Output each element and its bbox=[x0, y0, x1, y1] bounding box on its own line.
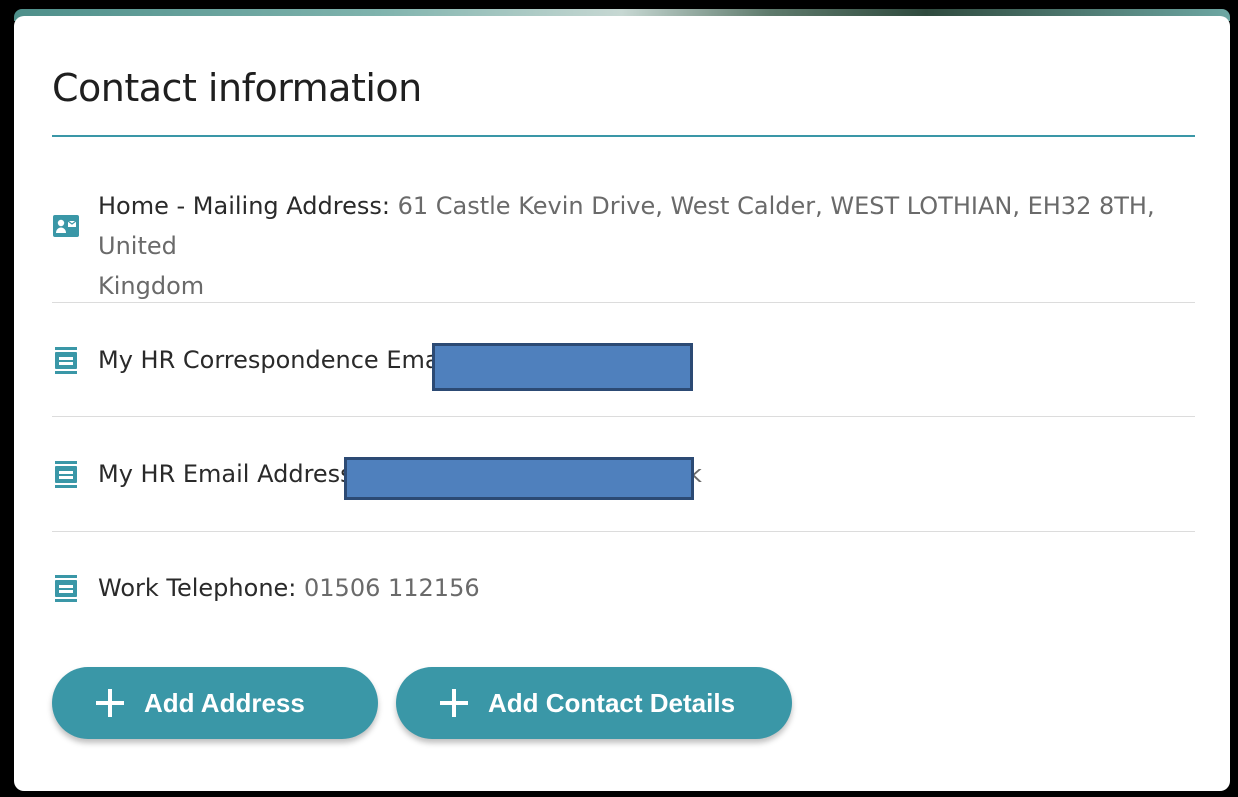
add-contact-details-label: Add Contact Details bbox=[488, 687, 736, 718]
row-divider bbox=[52, 416, 1195, 417]
address-card-icon bbox=[53, 215, 79, 237]
work-telephone-value: 01506 112156 bbox=[304, 574, 480, 602]
work-telephone-text: Work Telephone: 01506 112156 bbox=[98, 568, 480, 608]
add-address-label: Add Address bbox=[144, 687, 305, 718]
plus-icon bbox=[96, 689, 124, 717]
redacted-block bbox=[344, 457, 694, 500]
hr-email-address-label: My HR Email Address: bbox=[98, 460, 361, 488]
mailing-address-value-line2: Kingdom bbox=[98, 272, 205, 300]
work-telephone-label: Work Telephone: bbox=[98, 574, 297, 602]
section-title: Contact information bbox=[52, 66, 422, 110]
hr-correspondence-email-label: My HR Correspondence Email: bbox=[98, 346, 461, 374]
contact-book-icon bbox=[55, 575, 77, 602]
mailing-address-text: Home - Mailing Address: 61 Castle Kevin … bbox=[98, 186, 1188, 306]
screen-frame: Contact information Home - Mailing Addre… bbox=[0, 0, 1238, 797]
mailing-address-label: Home - Mailing Address: bbox=[98, 192, 390, 220]
redacted-block bbox=[432, 343, 693, 391]
row-divider bbox=[52, 302, 1195, 303]
contact-book-icon bbox=[55, 347, 77, 374]
add-address-button[interactable]: Add Address bbox=[52, 667, 378, 739]
contact-information-card: Contact information Home - Mailing Addre… bbox=[14, 16, 1230, 791]
plus-icon bbox=[440, 689, 468, 717]
hr-email-address-text: My HR Email Address: bbox=[98, 454, 361, 494]
add-contact-details-button[interactable]: Add Contact Details bbox=[396, 667, 792, 739]
contact-book-icon bbox=[55, 461, 77, 488]
contact-row-mailing-address: Home - Mailing Address: 61 Castle Kevin … bbox=[52, 186, 1195, 300]
hr-correspondence-email-text: My HR Correspondence Email: bbox=[98, 340, 461, 380]
contact-row-work-telephone: Work Telephone: 01506 112156 bbox=[52, 568, 1195, 618]
row-divider bbox=[52, 531, 1195, 532]
title-underline bbox=[52, 135, 1195, 137]
